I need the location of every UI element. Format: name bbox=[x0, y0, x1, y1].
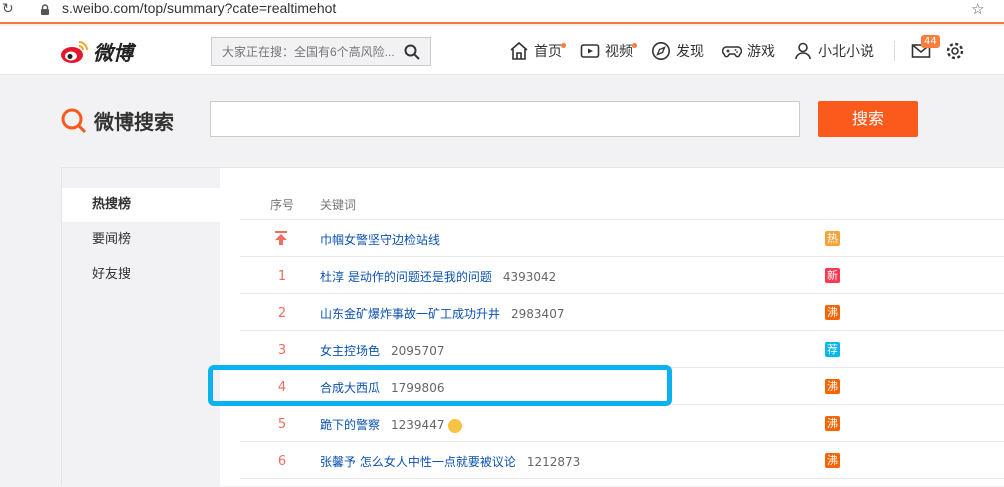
main-search-input[interactable] bbox=[210, 101, 800, 137]
boiling-tag-badge: 沸 bbox=[825, 416, 840, 431]
new-tag-badge: 新 bbox=[825, 268, 840, 283]
video-icon bbox=[580, 44, 600, 58]
compass-icon bbox=[652, 42, 670, 60]
new-dot bbox=[561, 43, 566, 48]
search-button[interactable]: 搜索 bbox=[818, 101, 918, 137]
rank-number: 6 bbox=[277, 454, 287, 469]
messages-button[interactable]: 44 bbox=[911, 35, 940, 61]
highlight-box bbox=[208, 365, 672, 406]
user-icon bbox=[795, 42, 811, 60]
url-text[interactable]: s.weibo.com/top/summary?cate=realtimehot bbox=[62, 0, 336, 16]
header-rank: 序号 bbox=[270, 198, 295, 212]
table-header: 序号 关键词 bbox=[240, 186, 1004, 220]
search-count: 1239447 bbox=[391, 418, 445, 432]
nav-label: 发现 bbox=[676, 44, 704, 60]
pinned-top-icon bbox=[275, 231, 287, 245]
sidebar: 热搜榜 要闻榜 好友搜 bbox=[62, 168, 220, 487]
rank-number: 2 bbox=[277, 306, 287, 321]
nav-label: 首页 bbox=[534, 44, 562, 60]
gamepad-icon bbox=[722, 46, 742, 58]
weibo-logo[interactable]: 微博 bbox=[60, 37, 133, 66]
table-row: 2 山东金矿爆炸事故一矿工成功升井 2983407 沸 bbox=[240, 294, 1004, 331]
search-count: 4393042 bbox=[502, 270, 557, 284]
nav-label: 视频 bbox=[605, 44, 633, 60]
hot-keyword-link[interactable]: 山东金矿爆炸事故一矿工成功升井 2983407 bbox=[320, 305, 564, 322]
search-icon[interactable] bbox=[404, 44, 420, 60]
hot-tag-badge: 热 bbox=[825, 231, 840, 246]
lock-icon bbox=[41, 4, 49, 15]
reload-icon[interactable]: ↻ bbox=[2, 1, 14, 17]
search-count: 1212873 bbox=[526, 455, 581, 469]
nav-label: 游戏 bbox=[747, 44, 775, 60]
hot-keyword-link[interactable]: 巾帼女警坚守边检站线 bbox=[320, 231, 440, 248]
boiling-tag-badge: 沸 bbox=[825, 305, 840, 320]
gear-icon[interactable] bbox=[945, 41, 965, 61]
mail-badge: 44 bbox=[921, 35, 940, 48]
home-icon bbox=[510, 41, 528, 60]
rank-number: 1 bbox=[277, 269, 287, 284]
search-count: 2095707 bbox=[391, 344, 445, 358]
bookmark-star-icon[interactable]: ☆ bbox=[971, 0, 984, 18]
boiling-tag-badge: 沸 bbox=[825, 379, 840, 394]
header-keyword: 关键词 bbox=[320, 198, 357, 212]
nav-item-video[interactable]: 视频 bbox=[580, 41, 637, 61]
boiling-tag-badge: 沸 bbox=[825, 453, 840, 468]
main-search-area: 微博搜索 搜索 bbox=[0, 76, 1004, 166]
sidebar-item-news[interactable]: 要闻榜 bbox=[62, 223, 220, 257]
rank-number: 3 bbox=[277, 343, 287, 358]
weibo-search-logo[interactable]: 微博搜索 bbox=[60, 106, 174, 135]
search-logo-icon bbox=[61, 108, 87, 133]
hot-keyword-link[interactable]: 张馨予 怎么女人中性一点就要被议论 1212873 bbox=[320, 453, 580, 470]
search-count: 2983407 bbox=[511, 307, 565, 321]
nav-divider bbox=[894, 41, 895, 61]
top-search-box[interactable] bbox=[211, 37, 431, 66]
sidebar-item-hot-search[interactable]: 热搜榜 bbox=[62, 188, 220, 222]
hot-search-table: 序号 关键词 巾帼女警坚守边检站线 热 1 杜淳 是动作的问题还是我的问题 439… bbox=[240, 186, 1004, 479]
weibo-eye-icon bbox=[61, 40, 88, 63]
nav-item-home[interactable]: 首页 bbox=[509, 41, 566, 61]
search-logo-text: 微博搜索 bbox=[94, 110, 174, 134]
logo-text: 微博 bbox=[93, 41, 133, 65]
hot-keyword-link[interactable]: 杜淳 是动作的问题还是我的问题 4393042 bbox=[320, 268, 556, 285]
recommend-tag-badge: 荐 bbox=[825, 342, 840, 357]
top-navigation: 微博 首页 视频 发现 bbox=[0, 26, 1004, 75]
crying-emoji-icon bbox=[448, 418, 463, 433]
hot-keyword-link[interactable]: 跪下的警察 1239447 bbox=[320, 416, 463, 433]
table-row: 5 跪下的警察 1239447 沸 bbox=[240, 405, 1004, 442]
table-row: 1 杜淳 是动作的问题还是我的问题 4393042 新 bbox=[240, 257, 1004, 294]
table-row: 3 女主控场色 2095707 荐 bbox=[240, 331, 1004, 368]
rank-number: 5 bbox=[277, 417, 287, 432]
sidebar-item-friends[interactable]: 好友搜 bbox=[62, 258, 220, 292]
hot-keyword-link[interactable]: 女主控场色 2095707 bbox=[320, 342, 444, 359]
nav-items: 首页 视频 发现 游戏 小北小说 44 bbox=[509, 35, 965, 65]
nav-item-discover[interactable]: 发现 bbox=[651, 41, 704, 61]
table-row: 巾帼女警坚守边检站线 热 bbox=[240, 220, 1004, 257]
nav-item-user[interactable]: 小北小说 bbox=[793, 41, 874, 61]
hot-search-panel: 热搜榜 要闻榜 好友搜 序号 关键词 巾帼女警坚守边检站线 热 1 杜淳 是动作… bbox=[61, 167, 1004, 487]
top-search-input[interactable] bbox=[212, 38, 398, 65]
table-row: 6 张馨予 怎么女人中性一点就要被议论 1212873 沸 bbox=[240, 442, 1004, 479]
nav-item-games[interactable]: 游戏 bbox=[722, 41, 775, 61]
browser-url-bar: ↻ s.weibo.com/top/summary?cate=realtimeh… bbox=[0, 0, 1004, 24]
new-dot bbox=[632, 43, 637, 48]
nav-label: 小北小说 bbox=[818, 44, 874, 60]
